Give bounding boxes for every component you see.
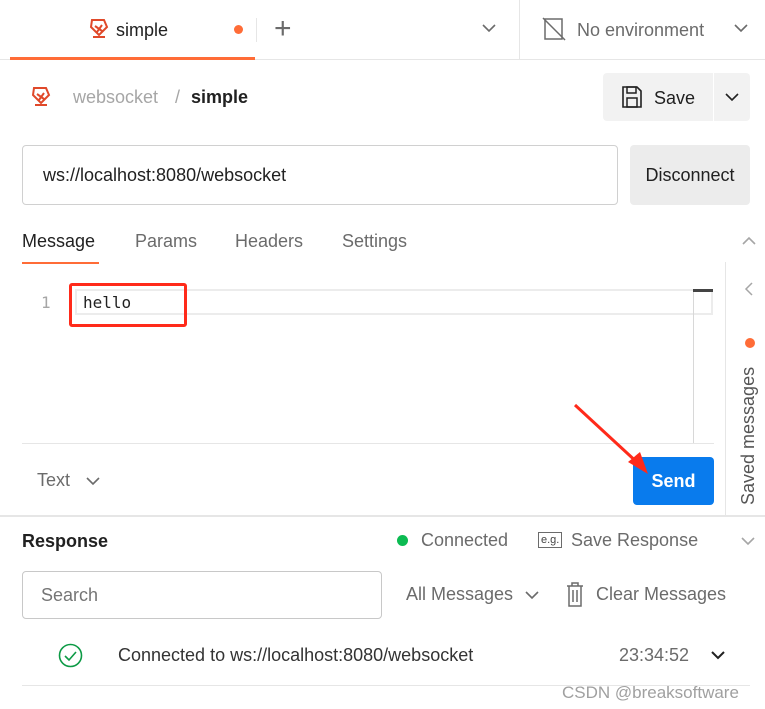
chevron-left-icon[interactable] (744, 281, 754, 297)
tab-settings[interactable]: Settings (342, 231, 407, 252)
save-response-label: Save Response (571, 530, 699, 550)
annotation-arrow (573, 403, 648, 474)
save-dropdown-button[interactable] (714, 73, 750, 121)
websocket-icon (30, 85, 52, 109)
saved-messages-toggle[interactable]: Saved messages (738, 367, 759, 505)
connection-status: Connected (421, 530, 509, 550)
tab-message[interactable]: Message (22, 231, 95, 252)
trash-icon (565, 582, 585, 608)
response-divider (0, 515, 765, 517)
save-label: Save (654, 88, 696, 108)
message-row[interactable]: Connected to ws://localhost:8080/websock… (22, 630, 750, 686)
breadcrumb-separator: / (175, 87, 181, 107)
tab-params[interactable]: Params (135, 231, 197, 252)
chevron-down-icon (524, 589, 540, 601)
disconnect-button[interactable]: Disconnect (630, 145, 750, 205)
collapse-icon[interactable] (741, 235, 757, 247)
save-button[interactable]: Save (603, 73, 713, 121)
search-input[interactable] (22, 571, 382, 619)
line-number: 1 (41, 293, 51, 312)
tab-headers[interactable]: Headers (235, 231, 303, 252)
no-environment-icon (542, 17, 566, 41)
response-title: Response (22, 531, 109, 551)
connected-dot (397, 535, 408, 546)
chevron-down-icon (724, 91, 740, 103)
url-input[interactable]: ws://localhost:8080/websocket (22, 145, 618, 205)
chevron-down-icon (733, 22, 749, 34)
tab-label: simple (116, 20, 169, 40)
response-collapse-icon[interactable] (740, 535, 756, 547)
watermark: CSDN @breaksoftware (562, 683, 739, 702)
sidebar-divider (725, 262, 726, 516)
message-text: Connected to ws://localhost:8080/websock… (118, 645, 474, 665)
tab-simple[interactable]: simple (10, 0, 255, 60)
annotation-box (69, 283, 187, 327)
tab-divider (256, 18, 257, 42)
format-selector[interactable]: Text (37, 470, 100, 491)
websocket-icon (88, 17, 110, 41)
environment-label: No environment (577, 20, 705, 40)
tabs-dropdown-icon[interactable] (481, 22, 497, 34)
clear-messages-label: Clear Messages (596, 584, 727, 604)
example-icon: e.g. (538, 532, 563, 548)
unsaved-dot (234, 25, 243, 34)
message-filter-dropdown[interactable]: All Messages (406, 584, 539, 605)
environment-selector[interactable]: No environment (520, 0, 765, 60)
scrollbar-thumb[interactable] (693, 289, 713, 292)
new-tab-button[interactable]: + (274, 12, 292, 46)
chevron-down-icon (85, 475, 101, 487)
save-icon (621, 85, 643, 109)
active-tab-indicator (22, 262, 99, 264)
breadcrumb-collection[interactable]: websocket (73, 87, 158, 108)
check-circle-icon (58, 643, 83, 668)
saved-messages-dot (745, 338, 755, 348)
url-value: ws://localhost:8080/websocket (43, 165, 287, 185)
filter-label: All Messages (406, 584, 514, 604)
expand-message-icon[interactable] (710, 649, 726, 661)
editor-scrollbar[interactable] (693, 289, 694, 443)
format-label: Text (37, 470, 71, 490)
breadcrumb-request: simple (191, 87, 249, 107)
message-time: 23:34:52 (619, 645, 690, 665)
